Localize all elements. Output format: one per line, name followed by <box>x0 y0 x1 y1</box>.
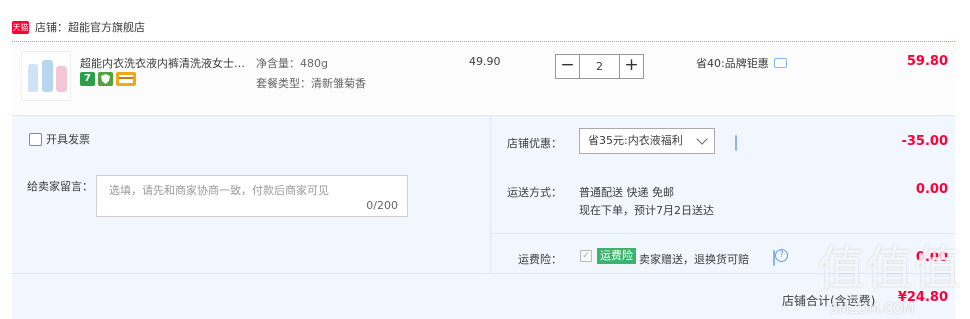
increase-button[interactable]: + <box>619 54 644 79</box>
invoice-option[interactable]: 开具发票 <box>29 131 90 147</box>
insurance-text: 卖家赠送，退换货可赔 <box>639 253 749 266</box>
chat-icon[interactable] <box>735 135 737 151</box>
divider <box>12 273 955 274</box>
divider <box>490 115 491 273</box>
product-thumbnail[interactable] <box>21 51 71 101</box>
item-discount: 省40:品牌钜惠 <box>696 55 787 71</box>
help-icon[interactable]: ? <box>775 249 788 262</box>
product-title[interactable]: 超能内衣洗衣液内裤清洗液女士… <box>80 55 250 71</box>
shop-discount-select[interactable]: 省35元:内衣液福利 <box>579 128 715 154</box>
message-field[interactable]: 选填，请先和商家协商一致，付款后商家可见 0/200 <box>96 175 408 217</box>
shipping-label: 运送方式： <box>507 186 562 199</box>
service-icons: 7 <box>80 72 136 86</box>
seven-day-return-icon[interactable]: 7 <box>80 72 95 86</box>
bottle-icon <box>56 66 67 92</box>
credit-card-icon[interactable] <box>116 72 136 86</box>
guarantee-icon[interactable] <box>98 72 113 86</box>
shop-discount-value: -35.00 <box>901 134 948 149</box>
tmall-icon: 天猫 <box>12 20 29 34</box>
shop-discount-selected: 省35元:内衣液福利 <box>588 134 683 147</box>
message-counter: 0/200 <box>366 199 398 212</box>
shop-header[interactable]: 天猫 店铺：超能官方旗舰店 <box>12 18 145 36</box>
order-panel: 天猫 店铺：超能官方旗舰店 超能内衣洗衣液内裤清洗液女士… 7 净含量：480g… <box>0 0 970 319</box>
bottle-icon <box>42 60 53 92</box>
spec-net-content: 净含量：480g <box>256 57 328 70</box>
watermark-logo: 值值值 <box>818 241 962 295</box>
shipping-value: 0.00 <box>915 182 948 197</box>
spec-package-type: 套餐类型：清新雏菊香 <box>256 77 366 90</box>
shipping-eta: 现在下单，预计7月2日送达 <box>579 204 714 217</box>
invoice-label: 开具发票 <box>46 133 90 146</box>
decrease-button[interactable]: − <box>555 54 580 79</box>
message-label: 给卖家留言： <box>27 180 93 193</box>
options-panel <box>12 115 955 319</box>
chevron-down-icon <box>696 133 708 145</box>
watermark-text: SMZDM.COM <box>830 302 915 317</box>
insurance-badge: 运费险 <box>597 248 636 264</box>
insurance-checkbox[interactable]: ✓ <box>580 250 592 262</box>
shop-name[interactable]: 店铺：超能官方旗舰店 <box>35 19 145 35</box>
message-placeholder: 选填，请先和商家协商一致，付款后商家可见 <box>109 184 329 197</box>
item-row <box>12 43 955 114</box>
insurance-label: 运费险： <box>518 253 562 266</box>
quantity-input[interactable]: 2 <box>580 54 619 79</box>
discount-text: 省40:品牌钜惠 <box>696 57 769 70</box>
shipping-method: 普通配送 快递 免邮 <box>579 186 674 199</box>
chat-icon[interactable] <box>773 58 787 68</box>
invoice-checkbox[interactable] <box>29 132 42 146</box>
quantity-stepper: − 2 + <box>555 54 644 79</box>
item-subtotal: 59.80 <box>906 54 948 69</box>
bottle-icon <box>28 64 38 92</box>
shop-discount-label: 店铺优惠： <box>507 137 562 150</box>
unit-price: 49.90 <box>469 55 501 68</box>
divider <box>12 41 955 42</box>
